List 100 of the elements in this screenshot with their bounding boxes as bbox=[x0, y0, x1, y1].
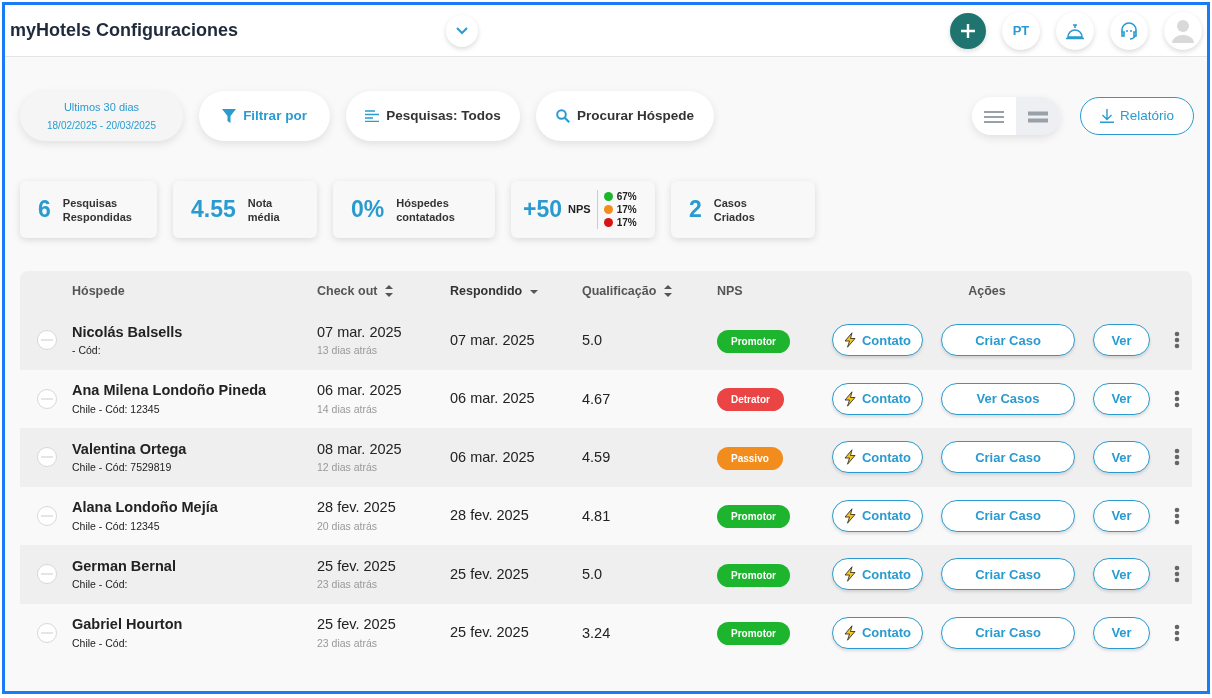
answered-date: 28 fev. 2025 bbox=[450, 506, 530, 526]
search-icon bbox=[556, 109, 570, 123]
kebab-menu-icon bbox=[1174, 623, 1180, 642]
guest-name: Alana Londoño Mejía bbox=[72, 498, 219, 517]
row-checkbox[interactable] bbox=[37, 388, 57, 409]
lightning-icon bbox=[843, 507, 856, 524]
checkout-date: 07 mar. 2025 bbox=[317, 322, 403, 342]
stat-label: Casos Criados bbox=[713, 195, 756, 224]
column-header: Hóspede bbox=[72, 282, 125, 300]
stat-value: 0% bbox=[351, 195, 385, 225]
percent-text: 67% bbox=[616, 190, 637, 203]
sortable-column-header[interactable]: Respondido bbox=[450, 281, 523, 301]
lightning-icon bbox=[843, 332, 856, 349]
view-button[interactable]: Ver bbox=[1093, 499, 1150, 532]
view-button[interactable]: Ver bbox=[1093, 382, 1150, 415]
headset-icon bbox=[1119, 20, 1139, 41]
guest-code: Chile - Cód: 7529819 bbox=[72, 460, 173, 476]
row-checkbox[interactable] bbox=[37, 505, 57, 526]
stat-value: +50 bbox=[523, 195, 562, 225]
answered-date: 06 mar. 2025 bbox=[450, 389, 536, 409]
stat-value: 4.55 bbox=[191, 195, 236, 225]
checkout-date: 25 fev. 2025 bbox=[317, 556, 397, 576]
contact-button[interactable]: Contato bbox=[832, 499, 923, 532]
date-range-label: Ultimos 30 dias bbox=[63, 100, 140, 116]
nps-tag: Passivo bbox=[717, 446, 783, 470]
nps-tag: Detrator bbox=[717, 388, 784, 412]
stat-label: Pesquisas Respondidas bbox=[62, 195, 133, 224]
guest-code: Chile - Cód: bbox=[72, 577, 129, 593]
nps-tag: Promotor bbox=[717, 622, 790, 646]
contact-button[interactable]: Contato bbox=[832, 382, 923, 415]
score-value: 5.0 bbox=[582, 566, 603, 583]
days-ago: 23 dias atrás bbox=[317, 577, 379, 593]
case-button[interactable]: Criar Caso bbox=[941, 558, 1075, 591]
guest-name: Valentina Ortega bbox=[72, 439, 188, 459]
plus-icon bbox=[960, 22, 976, 39]
days-ago: 12 dias atrás bbox=[317, 460, 379, 476]
contact-button[interactable]: Contato bbox=[832, 441, 923, 474]
date-range-button[interactable]: Ultimos 30 dias 18/02/2025 - 20/03/2025 bbox=[20, 91, 183, 141]
checkout-date: 28 fev. 2025 bbox=[317, 498, 397, 517]
view-button[interactable]: Ver bbox=[1093, 616, 1150, 649]
nps-tag: Promotor bbox=[717, 563, 790, 587]
row-checkbox[interactable] bbox=[37, 447, 57, 468]
answered-date: 25 fev. 2025 bbox=[450, 564, 530, 584]
kebab-menu-icon bbox=[1174, 565, 1180, 584]
bell-icon bbox=[1065, 21, 1085, 40]
column-header: Ações bbox=[968, 282, 1006, 300]
view-toggle-button[interactable] bbox=[972, 97, 1016, 135]
case-button[interactable]: Criar Caso bbox=[941, 499, 1075, 532]
stat-label: Nota média bbox=[247, 195, 281, 224]
case-button[interactable]: Criar Caso bbox=[941, 441, 1075, 474]
score-value: 4.67 bbox=[582, 390, 611, 407]
filter-button[interactable]: Filtrar por bbox=[199, 91, 330, 141]
contact-button[interactable]: Contato bbox=[832, 324, 923, 357]
score-value: 4.81 bbox=[582, 507, 611, 524]
stat-label: NPS bbox=[568, 202, 591, 218]
lightning-icon bbox=[843, 390, 856, 407]
contact-button[interactable]: Contato bbox=[832, 616, 923, 649]
search-guest-button[interactable]: Procurar Hóspede bbox=[536, 91, 714, 141]
checkout-date: 08 mar. 2025 bbox=[317, 439, 403, 459]
case-button[interactable]: Ver Casos bbox=[941, 382, 1075, 415]
view-toggle-button[interactable] bbox=[1016, 97, 1060, 135]
date-range-dates: 18/02/2025 - 20/03/2025 bbox=[47, 118, 156, 133]
days-ago: 20 dias atrás bbox=[317, 518, 379, 534]
add-button[interactable] bbox=[950, 12, 986, 49]
download-icon bbox=[1100, 109, 1114, 123]
row-checkbox[interactable] bbox=[37, 330, 57, 351]
lightning-icon bbox=[843, 449, 856, 466]
case-button[interactable]: Criar Caso bbox=[941, 616, 1075, 649]
lines-icon bbox=[365, 110, 380, 122]
days-ago: 13 dias atrás bbox=[317, 343, 379, 359]
reception-bell-button[interactable] bbox=[1056, 11, 1094, 50]
contact-button[interactable]: Contato bbox=[832, 558, 923, 591]
surveys-button[interactable]: Pesquisas: Todos bbox=[346, 91, 520, 141]
language-button[interactable]: PT bbox=[1002, 11, 1040, 50]
guest-code: Chile - Cód: 12345 bbox=[72, 518, 161, 534]
nps-tag: Promotor bbox=[717, 505, 790, 529]
days-ago: 23 dias atrás bbox=[317, 635, 379, 651]
report-button[interactable]: Relatório bbox=[1080, 97, 1194, 135]
answered-date: 06 mar. 2025 bbox=[450, 447, 536, 467]
stat-value: 2 bbox=[689, 195, 702, 225]
percent-text: 17% bbox=[616, 203, 637, 216]
view-button[interactable]: Ver bbox=[1093, 441, 1150, 474]
guest-name: Ana Milena Londoño Pineda bbox=[72, 381, 268, 400]
support-button[interactable] bbox=[1110, 11, 1148, 50]
row-checkbox[interactable] bbox=[37, 564, 57, 585]
dropdown-button[interactable] bbox=[446, 14, 478, 47]
percent-text: 17% bbox=[616, 216, 637, 229]
kebab-menu-icon bbox=[1174, 331, 1180, 350]
page-title: myHotels Configuraciones bbox=[10, 19, 240, 42]
case-button[interactable]: Criar Caso bbox=[941, 324, 1075, 357]
funnel-icon bbox=[222, 109, 237, 123]
view-button[interactable]: Ver bbox=[1093, 324, 1150, 357]
checkout-date: 06 mar. 2025 bbox=[317, 381, 403, 400]
nps-tag: Promotor bbox=[717, 329, 790, 353]
avatar-button[interactable] bbox=[1164, 11, 1202, 50]
view-button[interactable]: Ver bbox=[1093, 558, 1150, 591]
sortable-column-header[interactable]: Qualificação bbox=[582, 281, 657, 301]
sortable-column-header[interactable]: Check out bbox=[317, 281, 378, 301]
row-checkbox[interactable] bbox=[37, 622, 57, 643]
checkout-date: 25 fev. 2025 bbox=[317, 615, 397, 634]
